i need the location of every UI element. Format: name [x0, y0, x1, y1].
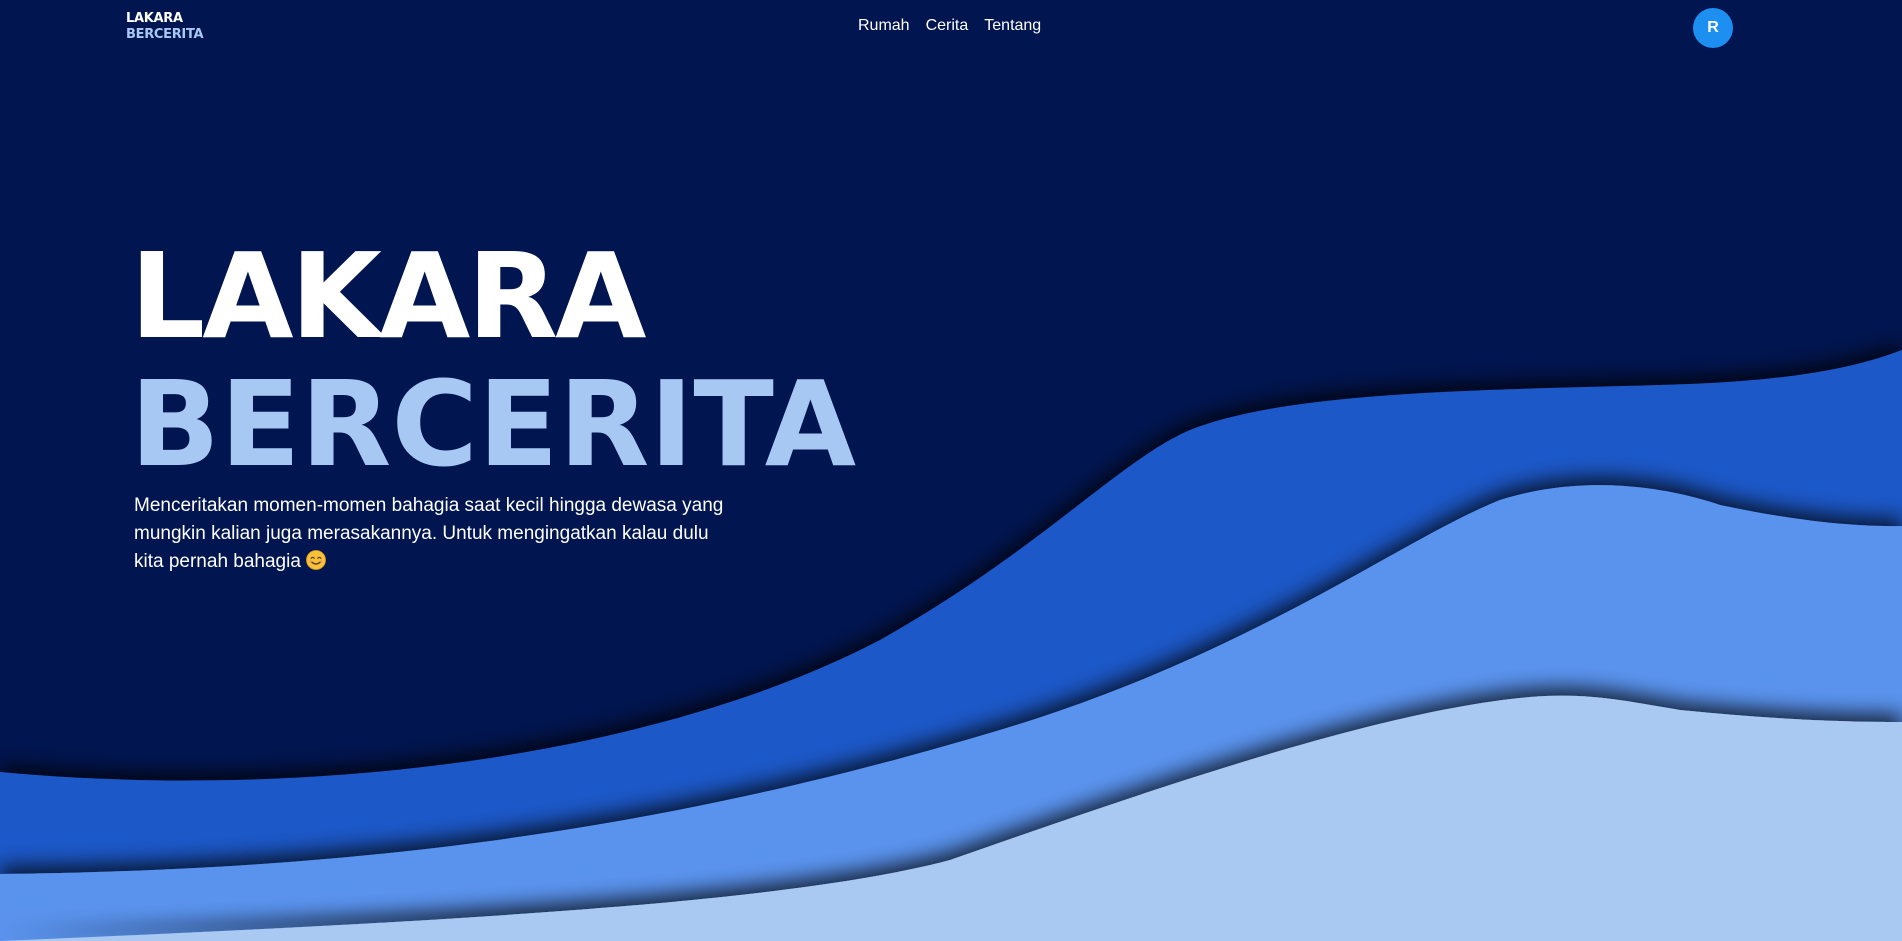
landing-page: LAKARA BERCERITA Rumah Cerita Tentang R …: [0, 0, 1902, 941]
hero-description-text: Menceritakan momen-momen bahagia saat ke…: [134, 495, 724, 572]
brand-line-1: LAKARA: [126, 11, 183, 26]
nav-link-rumah[interactable]: Rumah: [858, 17, 910, 35]
main-nav: Rumah Cerita Tentang: [858, 17, 1041, 35]
hero-title-line-1: LAKARA: [130, 227, 646, 365]
brand-line-2: BERCERITA: [126, 27, 204, 42]
brand-logo[interactable]: LAKARA BERCERITA: [126, 11, 204, 43]
top-navbar: LAKARA BERCERITA Rumah Cerita Tentang R: [0, 0, 1902, 56]
nav-link-tentang[interactable]: Tentang: [984, 17, 1041, 35]
hero-title-line-2: BERCERITA: [130, 355, 857, 493]
smiling-face-icon: [306, 550, 327, 570]
nav-link-cerita[interactable]: Cerita: [926, 17, 969, 35]
hero-description: Menceritakan momen-momen bahagia saat ke…: [134, 492, 734, 576]
user-avatar-button[interactable]: R: [1693, 8, 1733, 48]
hero-section: LAKARA BERCERITA Menceritakan momen-mome…: [130, 232, 856, 576]
hero-title: LAKARA BERCERITA: [130, 232, 856, 488]
